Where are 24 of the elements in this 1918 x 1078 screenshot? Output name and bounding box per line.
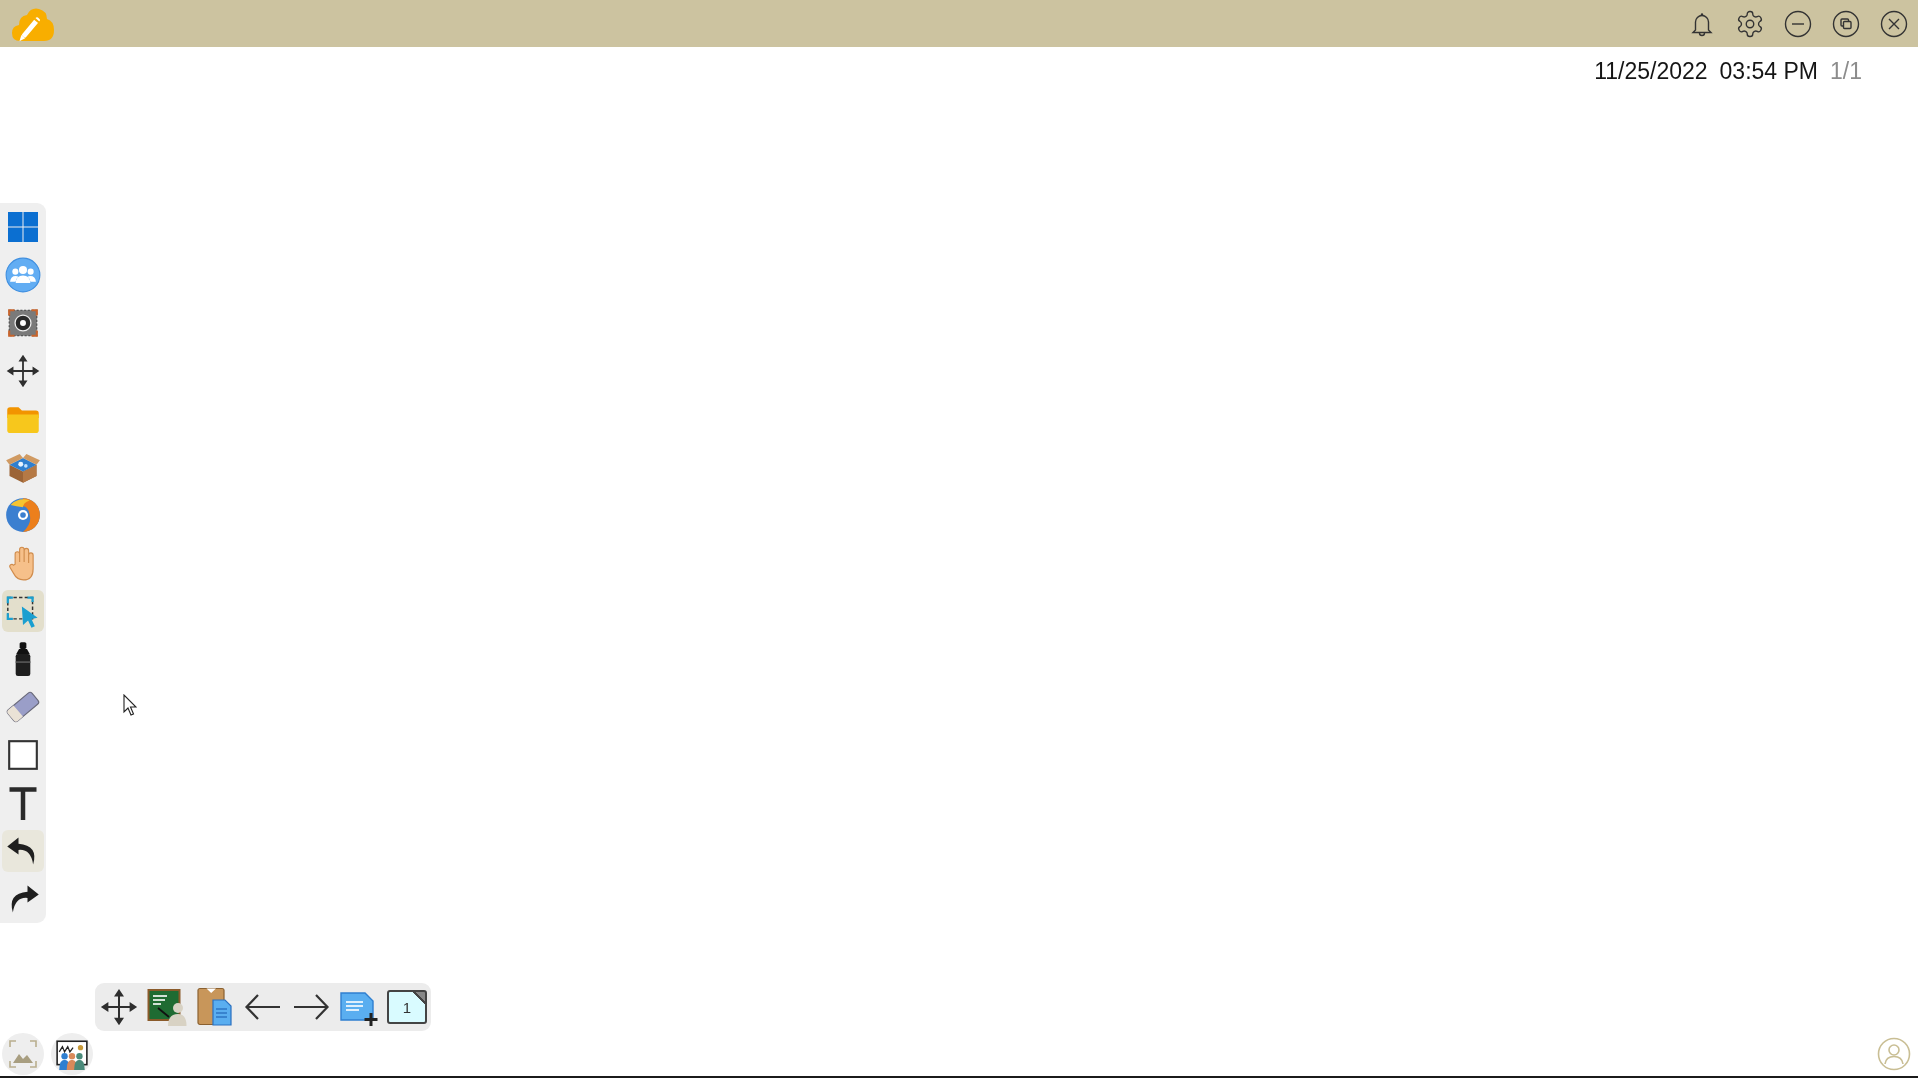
image-frame-icon bbox=[8, 1038, 38, 1069]
move-arrows-icon bbox=[99, 987, 139, 1027]
page-number-button[interactable]: 1 bbox=[387, 990, 427, 1024]
presentation-button[interactable] bbox=[51, 1032, 93, 1075]
restore-icon bbox=[1832, 9, 1860, 38]
rectangle-icon bbox=[6, 738, 40, 772]
tiles-icon bbox=[7, 211, 39, 243]
mouse-pointer-icon bbox=[123, 694, 137, 716]
settings-icon bbox=[1735, 8, 1765, 39]
background-image-button[interactable] bbox=[2, 1032, 44, 1075]
move-arrows-icon bbox=[5, 353, 41, 389]
time-text: 03:54 PM bbox=[1719, 57, 1818, 85]
page-count-text: 1/1 bbox=[1830, 57, 1862, 85]
minimize-icon bbox=[1784, 9, 1812, 38]
teacher-board-icon bbox=[147, 987, 187, 1027]
close-icon bbox=[1880, 9, 1908, 38]
people-icon bbox=[5, 257, 41, 293]
swirl-disc-icon bbox=[5, 497, 41, 533]
clipboard-document-icon bbox=[195, 987, 235, 1027]
select-tool[interactable] bbox=[2, 590, 44, 632]
date-text: 11/25/2022 bbox=[1594, 57, 1708, 85]
user-icon bbox=[1877, 1036, 1911, 1071]
camera-shutter-icon bbox=[6, 306, 40, 340]
undo-button[interactable] bbox=[2, 830, 44, 872]
